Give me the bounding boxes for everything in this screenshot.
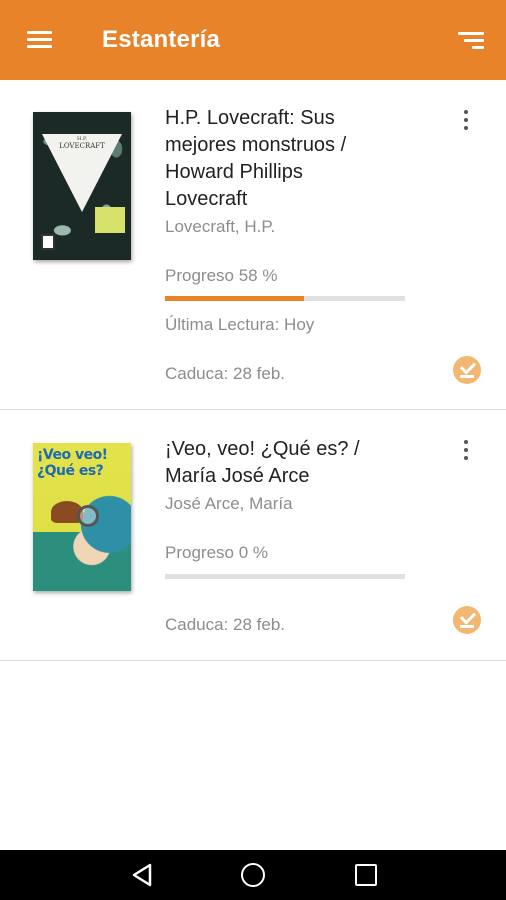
book-cover-image[interactable]: H.P. LOVECRAFT	[33, 112, 131, 260]
progress-bar-fill	[165, 296, 305, 301]
progress-label: Progreso 58 %	[165, 266, 278, 285]
progress-bar	[165, 296, 405, 301]
recent-apps-square-icon[interactable]	[355, 864, 377, 886]
book-author: Lovecraft, H.P.	[165, 217, 276, 236]
home-circle-icon[interactable]	[241, 863, 265, 887]
app-bar: Estantería	[0, 0, 506, 80]
hamburger-menu-icon[interactable]	[24, 28, 56, 52]
book-title[interactable]: ¡Veo, veo! ¿Qué es? / María José Arce	[165, 436, 395, 490]
book-title[interactable]: H.P. Lovecraft: Sus mejores monstruos / …	[165, 105, 395, 213]
cover-text-line2: ¿Qué es?	[37, 463, 104, 479]
cover-tag	[95, 207, 125, 233]
back-triangle-icon[interactable]	[130, 863, 154, 887]
book-item-lovecraft[interactable]: H.P. LOVECRAFT H.P. Lovecraft: Sus mejor…	[0, 80, 506, 410]
more-options-icon[interactable]	[456, 436, 476, 466]
progress-label: Progreso 0 %	[165, 543, 268, 562]
book-title-line: mejores monstruos /	[165, 134, 347, 156]
more-options-icon[interactable]	[456, 106, 476, 136]
cover-qr-code	[41, 234, 55, 250]
book-title-line: María José Arce	[165, 465, 310, 487]
book-title-line: ¡Veo, veo! ¿Qué es? /	[165, 438, 360, 460]
cover-text-line2: LOVECRAFT	[59, 142, 105, 150]
last-read-label: Última Lectura: Hoy	[165, 315, 315, 334]
cover-text-line1: ¡Veo veo!	[37, 447, 108, 463]
progress-bar	[165, 574, 405, 579]
book-author: José Arce, María	[165, 494, 293, 513]
expires-label: Caduca: 28 feb.	[165, 615, 286, 634]
cover-magnifier-lens	[77, 505, 99, 527]
book-item-veo-veo[interactable]: ¡Veo veo! ¿Qué es? ¡Veo, veo! ¿Qué es? /…	[0, 410, 506, 661]
downloaded-check-icon[interactable]	[453, 606, 481, 634]
system-navigation-bar	[0, 850, 506, 900]
sort-icon[interactable]	[456, 28, 488, 52]
book-title-line: Lovecraft	[165, 188, 248, 210]
book-cover-image[interactable]: ¡Veo veo! ¿Qué es?	[33, 443, 131, 591]
page-title: Estantería	[102, 26, 221, 53]
expires-label: Caduca: 28 feb.	[165, 364, 286, 383]
book-title-line: Howard Phillips	[165, 161, 303, 183]
downloaded-check-icon[interactable]	[453, 356, 481, 384]
book-title-line: H.P. Lovecraft: Sus	[165, 107, 335, 129]
